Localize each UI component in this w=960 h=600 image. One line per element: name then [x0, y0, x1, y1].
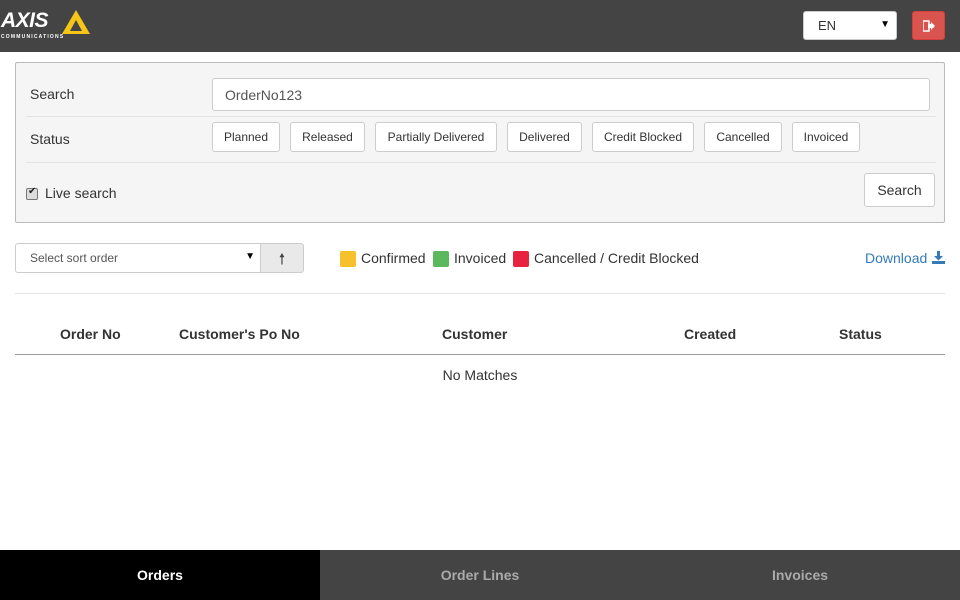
- divider: [26, 162, 936, 163]
- logo-tagline: COMMUNICATIONS: [1, 34, 65, 40]
- column-header-status[interactable]: Status: [839, 326, 882, 342]
- column-header-customer-po-no[interactable]: Customer's Po No: [179, 326, 300, 342]
- language-value: EN: [818, 18, 837, 33]
- top-bar: AXIS COMMUNICATIONS EN ▼: [0, 0, 960, 52]
- status-planned-button[interactable]: Planned: [212, 122, 280, 152]
- status-partially-delivered-button[interactable]: Partially Delivered: [375, 122, 497, 152]
- legend-invoiced-swatch: [433, 251, 449, 267]
- status-invoiced-button[interactable]: Invoiced: [792, 122, 860, 152]
- legend-cancelled-label: Cancelled / Credit Blocked: [534, 250, 699, 266]
- column-header-order-no[interactable]: Order No: [60, 326, 121, 342]
- axis-logo: AXIS COMMUNICATIONS: [0, 9, 96, 43]
- caret-down-icon: ▼: [880, 19, 890, 30]
- logo-wordmark: AXIS: [1, 9, 49, 32]
- live-search-checkbox[interactable]: [26, 186, 38, 200]
- arrow-up-icon: 🠕: [278, 251, 286, 268]
- sort-order-placeholder: Select sort order: [30, 251, 119, 265]
- legend-cancelled-swatch: [513, 251, 529, 267]
- search-input-value: OrderNo123: [225, 87, 303, 103]
- divider: [15, 293, 945, 294]
- live-search-label: Live search: [45, 185, 117, 201]
- status-delivered-button[interactable]: Delivered: [507, 122, 582, 152]
- search-button[interactable]: Search: [864, 173, 935, 207]
- tab-orders[interactable]: Orders: [0, 550, 320, 600]
- download-icon: [932, 251, 945, 264]
- download-label: Download: [865, 250, 928, 266]
- logout-button[interactable]: [912, 11, 945, 40]
- column-header-created[interactable]: Created: [684, 326, 736, 342]
- column-header-customer[interactable]: Customer: [442, 326, 507, 342]
- status-label: Status: [30, 131, 70, 147]
- filter-panel: Search OrderNo123 Status Planned Release…: [15, 62, 945, 223]
- sort-direction-button[interactable]: 🠕: [260, 243, 304, 273]
- divider: [26, 116, 936, 117]
- search-label: Search: [30, 86, 75, 102]
- status-cancelled-button[interactable]: Cancelled: [704, 122, 782, 152]
- language-select[interactable]: EN ▼: [803, 11, 897, 40]
- tab-invoices[interactable]: Invoices: [640, 550, 960, 600]
- legend-invoiced-label: Invoiced: [454, 250, 507, 266]
- status-released-button[interactable]: Released: [290, 122, 365, 152]
- table-header-border: [15, 354, 945, 355]
- search-input[interactable]: OrderNo123: [212, 78, 930, 111]
- download-link[interactable]: Download: [865, 250, 945, 266]
- status-credit-blocked-button[interactable]: Credit Blocked: [592, 122, 694, 152]
- tab-order-lines[interactable]: Order Lines: [320, 550, 640, 600]
- caret-down-icon: ▼: [245, 251, 255, 262]
- logo-triangle-icon: [62, 10, 90, 34]
- empty-table-message: No Matches: [442, 367, 518, 383]
- sign-out-icon: [923, 20, 935, 32]
- legend-confirmed-swatch: [340, 251, 356, 267]
- sort-order-select[interactable]: Select sort order ▼: [15, 243, 261, 273]
- legend-confirmed-label: Confirmed: [361, 250, 426, 266]
